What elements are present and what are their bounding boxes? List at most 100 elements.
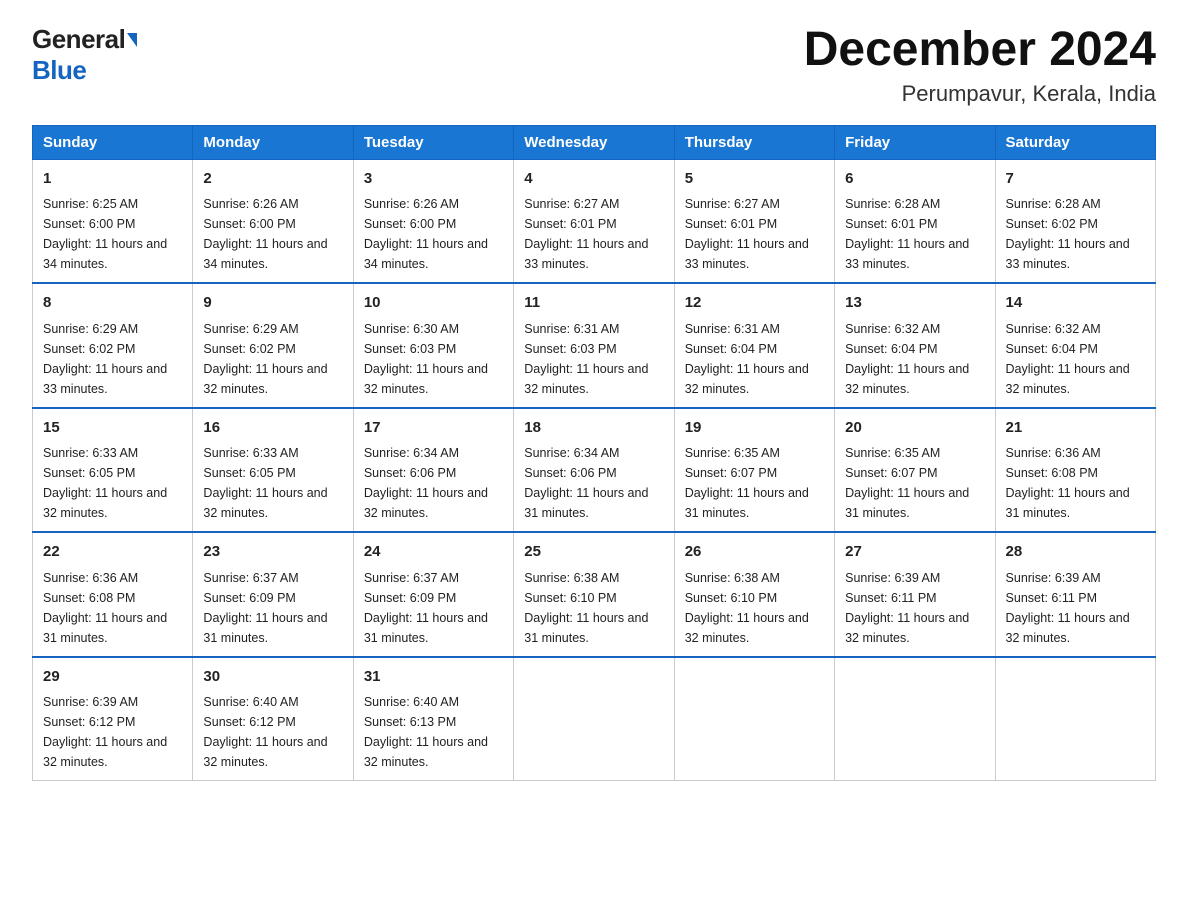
calendar-day-cell: 16 Sunrise: 6:33 AMSunset: 6:05 PMDayligh…: [193, 408, 353, 533]
day-info: Sunrise: 6:33 AMSunset: 6:05 PMDaylight:…: [43, 443, 182, 523]
calendar-day-cell: 29Sunrise: 6:39 AMSunset: 6:12 PMDayligh…: [33, 657, 193, 781]
day-number: 12: [685, 292, 824, 315]
calendar-day-cell: 25 Sunrise: 6:38 AMSunset: 6:10 PMDayligh…: [514, 532, 674, 657]
calendar-header-saturday: Saturday: [995, 125, 1155, 159]
calendar-day-cell: 26Sunrise: 6:38 AMSunset: 6:10 PMDayligh…: [674, 532, 834, 657]
title-block: December 2024 Perumpavur, Kerala, India: [804, 24, 1156, 107]
calendar-day-cell: 6 Sunrise: 6:28 AMSunset: 6:01 PMDaylight…: [835, 159, 995, 283]
page-title: December 2024: [804, 24, 1156, 77]
calendar-day-cell: 22Sunrise: 6:36 AMSunset: 6:08 PMDayligh…: [33, 532, 193, 657]
day-info: Sunrise: 6:25 AMSunset: 6:00 PMDaylight:…: [43, 194, 182, 274]
calendar-day-cell: 14 Sunrise: 6:32 AMSunset: 6:04 PMDayligh…: [995, 283, 1155, 408]
calendar-day-cell: [835, 657, 995, 781]
day-number: 9: [203, 292, 342, 315]
day-info: Sunrise: 6:35 AMSunset: 6:07 PMDaylight:…: [845, 443, 984, 523]
day-number: 15: [43, 417, 182, 440]
calendar-day-cell: 7Sunrise: 6:28 AMSunset: 6:02 PMDaylight…: [995, 159, 1155, 283]
day-info: Sunrise: 6:39 AMSunset: 6:12 PMDaylight:…: [43, 692, 182, 772]
calendar-day-cell: 24 Sunrise: 6:37 AMSunset: 6:09 PMDayligh…: [353, 532, 513, 657]
calendar-day-cell: 18Sunrise: 6:34 AMSunset: 6:06 PMDayligh…: [514, 408, 674, 533]
day-info: Sunrise: 6:37 AMSunset: 6:09 PMDaylight:…: [203, 568, 342, 648]
day-info: Sunrise: 6:34 AMSunset: 6:06 PMDaylight:…: [364, 443, 503, 523]
calendar-header-wednesday: Wednesday: [514, 125, 674, 159]
calendar-table: SundayMondayTuesdayWednesdayThursdayFrid…: [32, 125, 1156, 782]
calendar-day-cell: [995, 657, 1155, 781]
calendar-header-sunday: Sunday: [33, 125, 193, 159]
calendar-day-cell: 2 Sunrise: 6:26 AMSunset: 6:00 PMDaylight…: [193, 159, 353, 283]
calendar-week-row: 8 Sunrise: 6:29 AMSunset: 6:02 PMDaylight…: [33, 283, 1156, 408]
page-header: General Blue December 2024 Perumpavur, K…: [32, 24, 1156, 107]
calendar-day-cell: 31 Sunrise: 6:40 AMSunset: 6:13 PMDayligh…: [353, 657, 513, 781]
calendar-day-cell: 15 Sunrise: 6:33 AMSunset: 6:05 PMDayligh…: [33, 408, 193, 533]
day-number: 10: [364, 292, 503, 315]
calendar-day-cell: 11 Sunrise: 6:31 AMSunset: 6:03 PMDayligh…: [514, 283, 674, 408]
day-info: Sunrise: 6:32 AMSunset: 6:04 PMDaylight:…: [1006, 319, 1145, 399]
calendar-header-monday: Monday: [193, 125, 353, 159]
calendar-header-thursday: Thursday: [674, 125, 834, 159]
logo: General Blue: [32, 24, 137, 86]
day-number: 30: [203, 666, 342, 689]
day-info: Sunrise: 6:32 AMSunset: 6:04 PMDaylight:…: [845, 319, 984, 399]
day-number: 28: [1006, 541, 1145, 564]
day-number: 8: [43, 292, 182, 315]
day-number: 16: [203, 417, 342, 440]
day-number: 14: [1006, 292, 1145, 315]
day-info: Sunrise: 6:30 AMSunset: 6:03 PMDaylight:…: [364, 319, 503, 399]
day-info: Sunrise: 6:28 AMSunset: 6:01 PMDaylight:…: [845, 194, 984, 274]
calendar-day-cell: [514, 657, 674, 781]
calendar-day-cell: 20 Sunrise: 6:35 AMSunset: 6:07 PMDayligh…: [835, 408, 995, 533]
day-info: Sunrise: 6:28 AMSunset: 6:02 PMDaylight:…: [1006, 194, 1145, 274]
day-number: 25: [524, 541, 663, 564]
calendar-day-cell: 19Sunrise: 6:35 AMSunset: 6:07 PMDayligh…: [674, 408, 834, 533]
logo-general-text: General: [32, 24, 125, 55]
calendar-day-cell: 21Sunrise: 6:36 AMSunset: 6:08 PMDayligh…: [995, 408, 1155, 533]
day-info: Sunrise: 6:27 AMSunset: 6:01 PMDaylight:…: [524, 194, 663, 274]
calendar-day-cell: 30 Sunrise: 6:40 AMSunset: 6:12 PMDayligh…: [193, 657, 353, 781]
day-number: 19: [685, 417, 824, 440]
calendar-week-row: 29Sunrise: 6:39 AMSunset: 6:12 PMDayligh…: [33, 657, 1156, 781]
calendar-week-row: 22Sunrise: 6:36 AMSunset: 6:08 PMDayligh…: [33, 532, 1156, 657]
day-info: Sunrise: 6:36 AMSunset: 6:08 PMDaylight:…: [43, 568, 182, 648]
day-info: Sunrise: 6:40 AMSunset: 6:12 PMDaylight:…: [203, 692, 342, 772]
calendar-day-cell: 8Sunrise: 6:29 AMSunset: 6:02 PMDaylight…: [33, 283, 193, 408]
day-info: Sunrise: 6:26 AMSunset: 6:00 PMDaylight:…: [203, 194, 342, 274]
day-number: 23: [203, 541, 342, 564]
calendar-week-row: 15 Sunrise: 6:33 AMSunset: 6:05 PMDayligh…: [33, 408, 1156, 533]
day-number: 24: [364, 541, 503, 564]
day-info: Sunrise: 6:38 AMSunset: 6:10 PMDaylight:…: [524, 568, 663, 648]
day-info: Sunrise: 6:27 AMSunset: 6:01 PMDaylight:…: [685, 194, 824, 274]
day-number: 3: [364, 168, 503, 191]
calendar-day-cell: 17 Sunrise: 6:34 AMSunset: 6:06 PMDayligh…: [353, 408, 513, 533]
day-info: Sunrise: 6:26 AMSunset: 6:00 PMDaylight:…: [364, 194, 503, 274]
calendar-day-cell: 5Sunrise: 6:27 AMSunset: 6:01 PMDaylight…: [674, 159, 834, 283]
calendar-header-tuesday: Tuesday: [353, 125, 513, 159]
day-number: 11: [524, 292, 663, 315]
calendar-day-cell: 10 Sunrise: 6:30 AMSunset: 6:03 PMDayligh…: [353, 283, 513, 408]
calendar-day-cell: 27Sunrise: 6:39 AMSunset: 6:11 PMDayligh…: [835, 532, 995, 657]
day-info: Sunrise: 6:40 AMSunset: 6:13 PMDaylight:…: [364, 692, 503, 772]
calendar-day-cell: 1 Sunrise: 6:25 AMSunset: 6:00 PMDaylight…: [33, 159, 193, 283]
day-number: 17: [364, 417, 503, 440]
day-info: Sunrise: 6:34 AMSunset: 6:06 PMDaylight:…: [524, 443, 663, 523]
day-number: 26: [685, 541, 824, 564]
calendar-day-cell: 9 Sunrise: 6:29 AMSunset: 6:02 PMDaylight…: [193, 283, 353, 408]
calendar-day-cell: 23 Sunrise: 6:37 AMSunset: 6:09 PMDayligh…: [193, 532, 353, 657]
calendar-day-cell: 12 Sunrise: 6:31 AMSunset: 6:04 PMDayligh…: [674, 283, 834, 408]
day-number: 31: [364, 666, 503, 689]
day-number: 6: [845, 168, 984, 191]
day-info: Sunrise: 6:37 AMSunset: 6:09 PMDaylight:…: [364, 568, 503, 648]
calendar-day-cell: 3 Sunrise: 6:26 AMSunset: 6:00 PMDaylight…: [353, 159, 513, 283]
day-number: 13: [845, 292, 984, 315]
day-number: 1: [43, 168, 182, 191]
calendar-day-cell: 4Sunrise: 6:27 AMSunset: 6:01 PMDaylight…: [514, 159, 674, 283]
logo-arrow-icon: [127, 33, 137, 47]
day-info: Sunrise: 6:31 AMSunset: 6:03 PMDaylight:…: [524, 319, 663, 399]
day-info: Sunrise: 6:29 AMSunset: 6:02 PMDaylight:…: [203, 319, 342, 399]
day-number: 2: [203, 168, 342, 191]
calendar-day-cell: [674, 657, 834, 781]
day-number: 20: [845, 417, 984, 440]
day-info: Sunrise: 6:39 AMSunset: 6:11 PMDaylight:…: [1006, 568, 1145, 648]
day-number: 21: [1006, 417, 1145, 440]
day-info: Sunrise: 6:31 AMSunset: 6:04 PMDaylight:…: [685, 319, 824, 399]
day-info: Sunrise: 6:33 AMSunset: 6:05 PMDaylight:…: [203, 443, 342, 523]
